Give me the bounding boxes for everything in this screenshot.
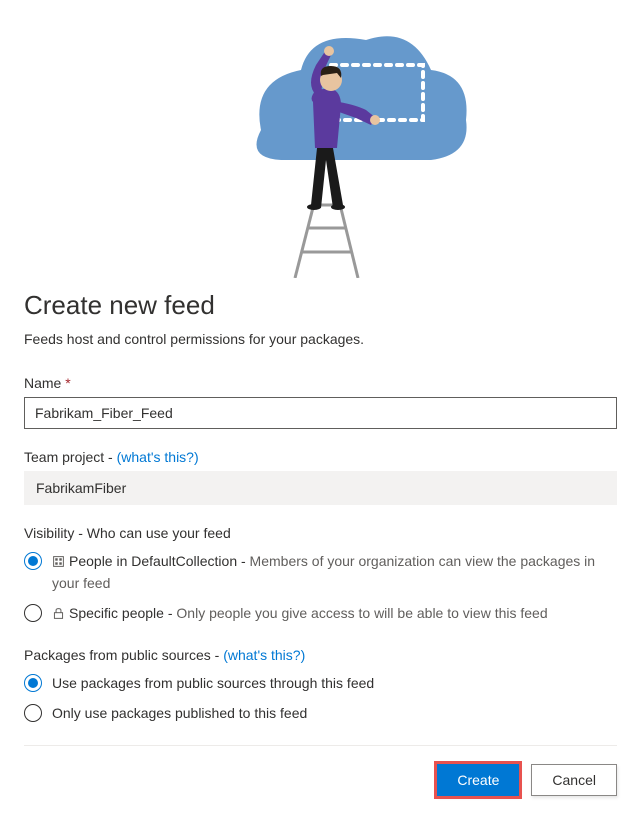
lock-icon bbox=[52, 605, 65, 625]
packages-option-private[interactable]: Only use packages published to this feed bbox=[24, 703, 617, 723]
option-strong-text: People in DefaultCollection - bbox=[69, 553, 250, 569]
name-input[interactable] bbox=[24, 397, 617, 429]
team-project-group: Team project - (what's this?) FabrikamFi… bbox=[24, 449, 617, 505]
required-indicator: * bbox=[65, 375, 70, 391]
name-label-text: Name bbox=[24, 375, 61, 391]
name-label: Name * bbox=[24, 375, 617, 391]
visibility-group: Visibility - Who can use your feed Peopl… bbox=[24, 525, 617, 625]
packages-label: Packages from public sources - (what's t… bbox=[24, 647, 617, 663]
page-title: Create new feed bbox=[24, 290, 617, 321]
cancel-button[interactable]: Cancel bbox=[531, 764, 617, 796]
packages-option-label: Use packages from public sources through… bbox=[52, 673, 617, 693]
team-project-help-link[interactable]: (what's this?) bbox=[117, 449, 199, 465]
visibility-option-label: Specific people - Only people you give a… bbox=[52, 603, 617, 625]
organization-icon bbox=[52, 553, 65, 573]
packages-option-label: Only use packages published to this feed bbox=[52, 703, 617, 723]
option-strong-text: Specific people - bbox=[69, 605, 176, 621]
visibility-option-label: People in DefaultCollection - Members of… bbox=[52, 551, 617, 593]
page-subtitle: Feeds host and control permissions for y… bbox=[24, 331, 617, 347]
radio-icon bbox=[24, 704, 42, 722]
visibility-label: Visibility - Who can use your feed bbox=[24, 525, 617, 541]
team-project-readonly: FabrikamFiber bbox=[24, 471, 617, 505]
team-project-label-text: Team project - bbox=[24, 449, 117, 465]
packages-label-text: Packages from public sources - bbox=[24, 647, 223, 663]
packages-option-public[interactable]: Use packages from public sources through… bbox=[24, 673, 617, 693]
team-project-label: Team project - (what's this?) bbox=[24, 449, 617, 465]
option-desc-text: Only people you give access to will be a… bbox=[176, 605, 547, 621]
hero-illustration bbox=[0, 0, 641, 278]
visibility-option-collection[interactable]: People in DefaultCollection - Members of… bbox=[24, 551, 617, 593]
create-button[interactable]: Create bbox=[437, 764, 519, 796]
radio-icon bbox=[24, 552, 42, 570]
packages-group: Packages from public sources - (what's t… bbox=[24, 647, 617, 723]
radio-icon bbox=[24, 604, 42, 622]
dialog-footer: Create Cancel bbox=[24, 745, 617, 796]
visibility-option-specific[interactable]: Specific people - Only people you give a… bbox=[24, 603, 617, 625]
name-field-group: Name * bbox=[24, 375, 617, 429]
packages-help-link[interactable]: (what's this?) bbox=[223, 647, 305, 663]
radio-icon bbox=[24, 674, 42, 692]
